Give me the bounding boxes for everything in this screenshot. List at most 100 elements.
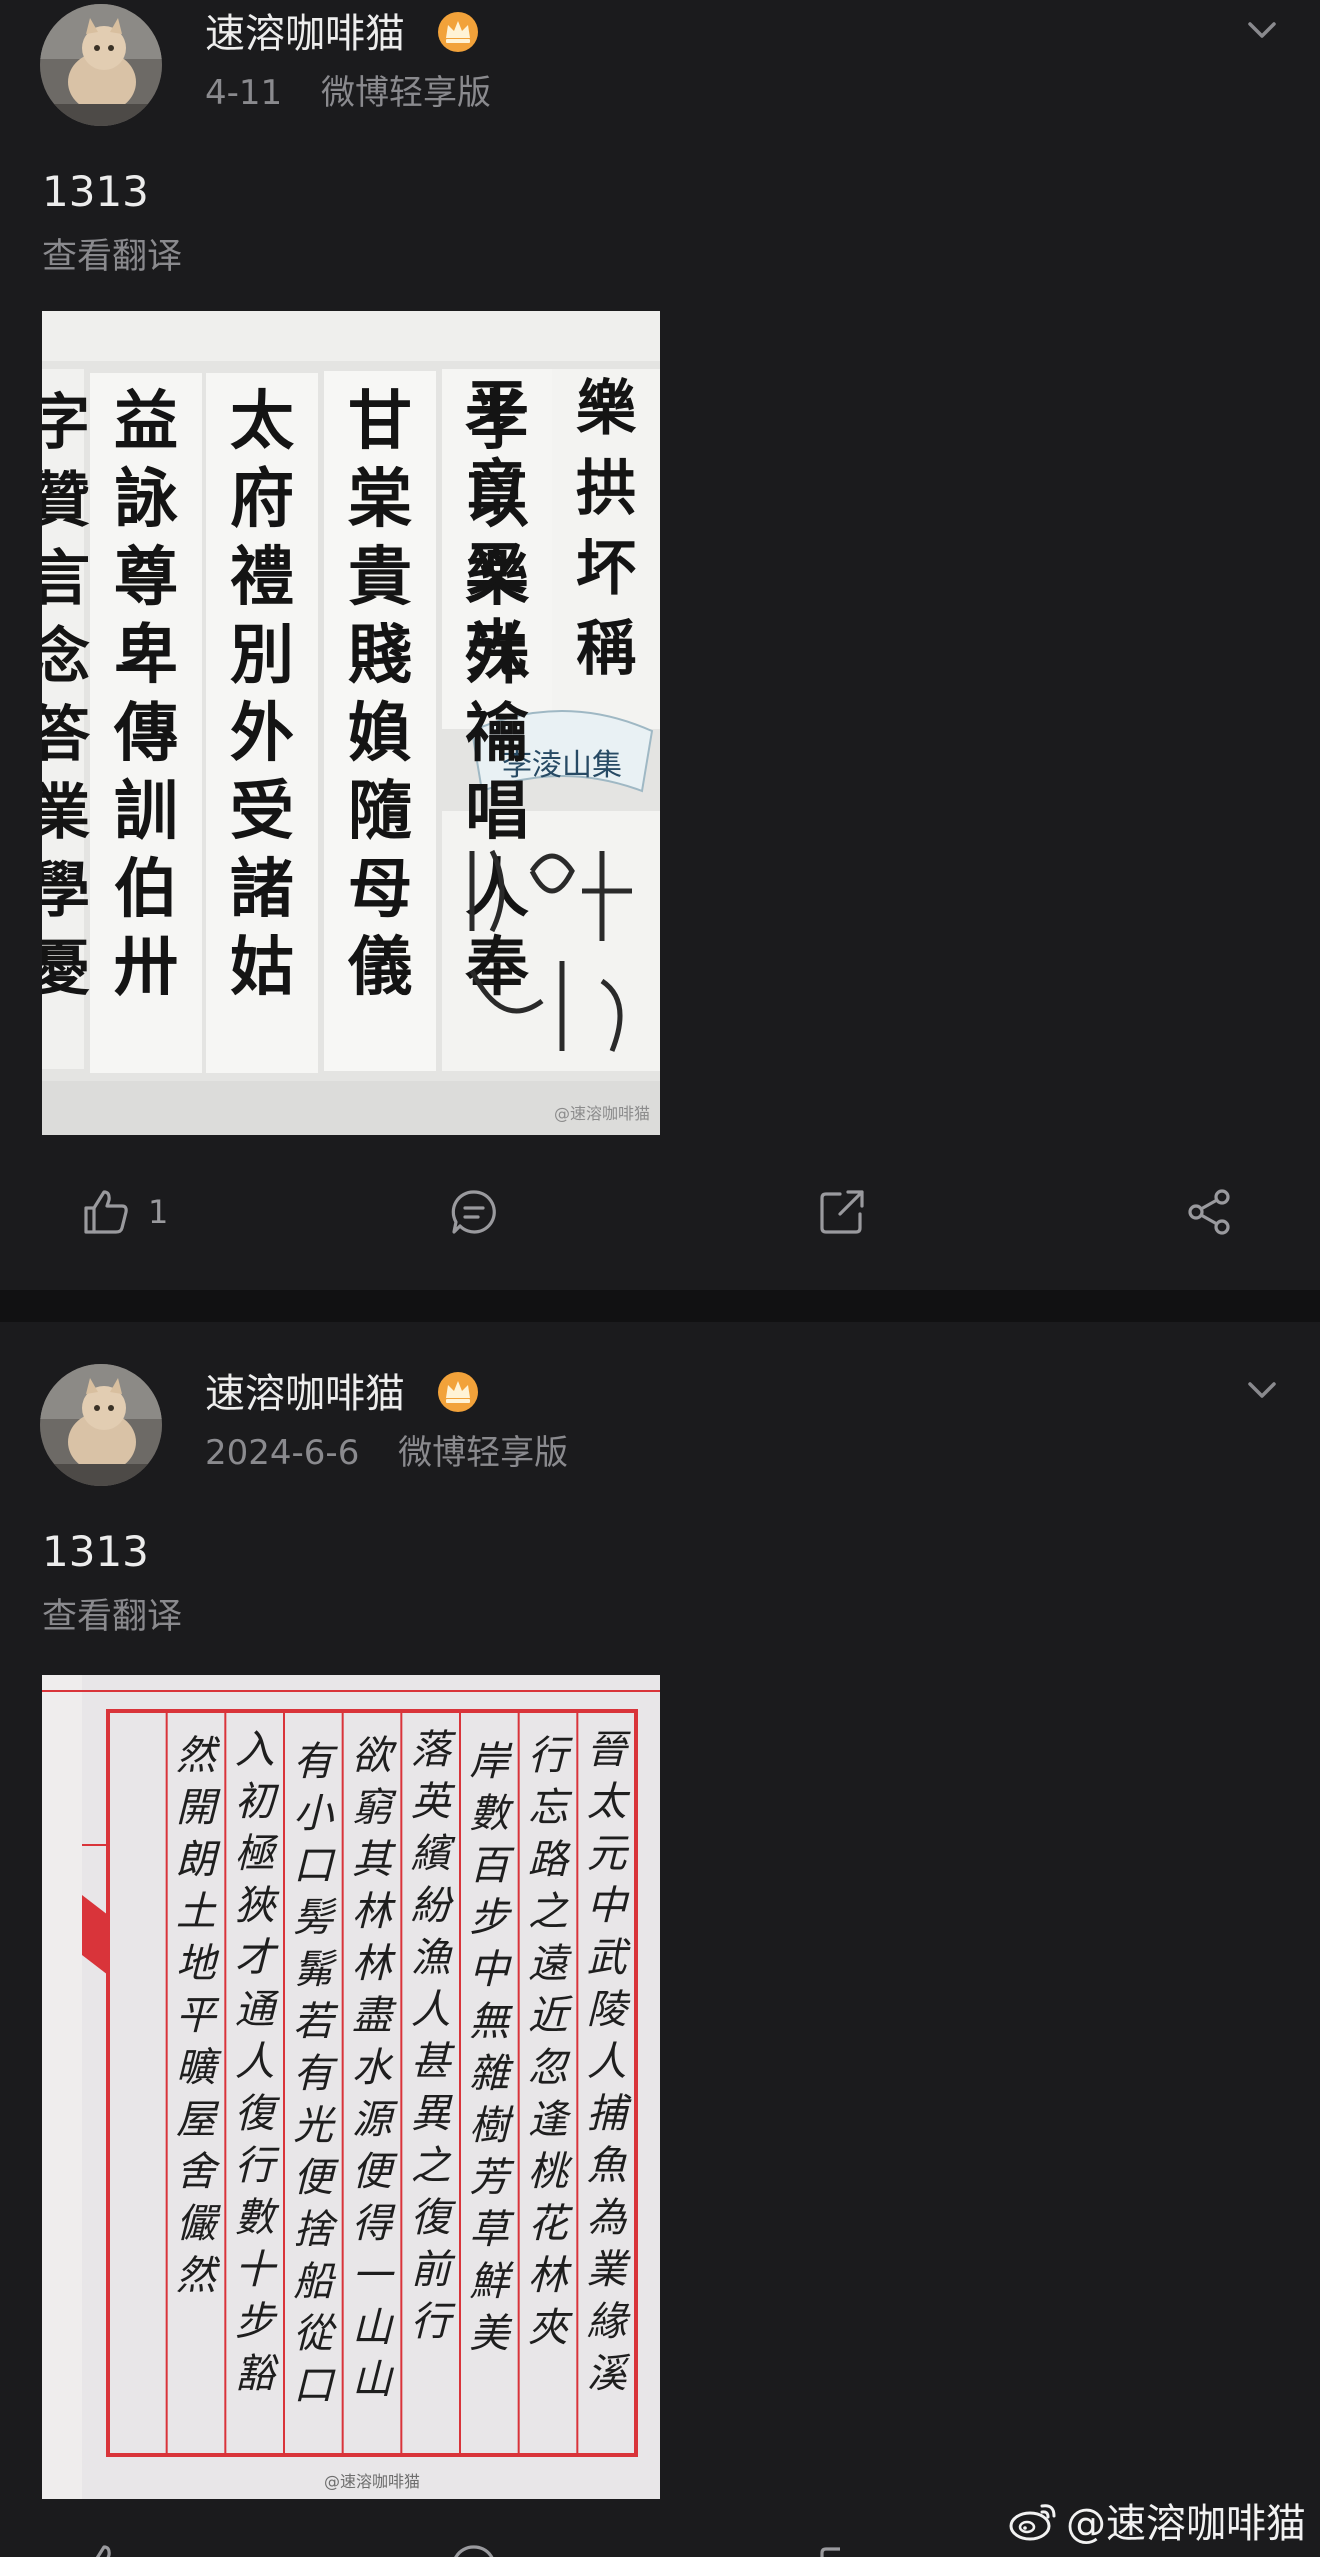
calligraphy-char: 傳 <box>113 696 178 771</box>
post-separator <box>0 1290 1320 1322</box>
manuscript-char: 水 <box>352 2045 394 2091</box>
manuscript-char: 得 <box>352 2201 396 2247</box>
manuscript-char: 業 <box>587 2247 632 2293</box>
calligraphy-char: 別 <box>230 618 294 693</box>
manuscript-char: 岸 <box>469 1739 513 1785</box>
manuscript-char: 初 <box>235 1779 280 1825</box>
manuscript-char: 陵 <box>587 1987 631 2033</box>
manuscript-char: 美 <box>469 2311 513 2357</box>
manuscript-char: 源 <box>352 2097 398 2143</box>
manuscript-char: 林 <box>352 1889 396 1935</box>
manuscript-char: 無 <box>469 1999 513 2045</box>
manuscript-char: 路 <box>528 1837 571 1883</box>
post-source[interactable]: 微博轻享版 <box>321 73 491 113</box>
manuscript-char: 百 <box>469 1843 515 1889</box>
avatar[interactable] <box>40 4 162 126</box>
manuscript-char: 山 <box>352 2357 395 2403</box>
manuscript-char: 落 <box>411 1727 457 1773</box>
post-image[interactable]: 李淩山集 益詠尊卑傳訓伯卅太府禮別外受諸姑甘棠貴賤媍隨母儀孝以樂殊禴唱人奉平章叉… <box>42 311 660 1135</box>
user-name[interactable]: 速溶咖啡猫 <box>205 1374 405 1414</box>
calligraphy-char: 貴 <box>348 540 412 615</box>
manuscript-char: 入 <box>235 1727 275 1773</box>
manuscript-char: 舍 <box>176 2149 221 2195</box>
like-button[interactable]: 1 <box>80 1172 168 1252</box>
manuscript-char: 然 <box>176 2253 221 2299</box>
translate-link[interactable]: 查看翻译 <box>42 240 182 275</box>
calligraphy-char: 憂 <box>42 934 90 1004</box>
manuscript-char: 魚 <box>587 2143 627 2189</box>
chevron-down-icon[interactable] <box>1242 10 1282 50</box>
post-card[interactable]: 速溶咖啡猫 2024-6-6 微博轻享版 1313 查看翻译 晉太元中武陵人捕魚… <box>0 1322 1320 2557</box>
manuscript-char: 中 <box>469 1947 512 1993</box>
manuscript-char: 漁 <box>411 1935 453 1981</box>
manuscript-char: 夾 <box>528 2305 573 2351</box>
manuscript-char: 人 <box>587 2039 627 2085</box>
calligraphy-char: 訓 <box>114 774 178 849</box>
user-name[interactable]: 速溶咖啡猫 <box>205 14 405 54</box>
calligraphy-char: 儀 <box>347 930 412 1005</box>
like-button[interactable] <box>80 2527 132 2557</box>
calligraphy-char: 答 <box>42 700 91 770</box>
manuscript-char: 狹 <box>235 1883 280 1929</box>
manuscript-char: 前 <box>411 2247 456 2293</box>
post-text: 1313 <box>42 1527 149 1576</box>
manuscript-char: 鮮 <box>469 2259 514 2305</box>
post-source[interactable]: 微博轻享版 <box>398 1433 568 1473</box>
manuscript-char: 土 <box>176 1889 217 1935</box>
repost-button[interactable] <box>816 1172 868 1252</box>
calligraphy-char: 樂 <box>576 374 637 444</box>
chevron-down-icon[interactable] <box>1242 1370 1282 1410</box>
manuscript-char: 近 <box>528 1993 573 2039</box>
vip-crown-icon <box>438 1372 478 1412</box>
weibo-logo-icon <box>1009 2504 1056 2541</box>
manuscript-char: 其 <box>352 1837 397 1883</box>
manuscript-char: 遠 <box>528 1941 572 1987</box>
calligraphy-char: 唱 <box>465 774 529 849</box>
post-meta: 2024-6-6 微博轻享版 <box>205 1436 568 1470</box>
manuscript-char: 忘 <box>528 1785 573 1831</box>
manuscript-char: 盡 <box>352 1993 397 2039</box>
manuscript-char: 之 <box>528 1889 569 1935</box>
manuscript-char: 甚 <box>411 2039 456 2085</box>
calligraphy-char: 棠 <box>348 462 412 537</box>
manuscript-char: 太 <box>587 1779 631 1825</box>
comment-button[interactable] <box>448 2527 500 2557</box>
share-button[interactable] <box>1184 1172 1236 1252</box>
calligraphy-char: 受 <box>230 774 294 849</box>
translate-link[interactable]: 查看翻译 <box>42 1600 182 1635</box>
repost-button[interactable] <box>816 2527 868 2557</box>
manuscript-char: 若 <box>293 1999 339 2045</box>
action-bar: 1 <box>0 1172 1320 1252</box>
manuscript-char: 忽 <box>528 2045 571 2091</box>
manuscript-char: 步 <box>235 2299 278 2345</box>
calligraphy-char: 卑 <box>114 618 178 693</box>
manuscript-char: 行 <box>411 2299 456 2345</box>
calligraphy-char: 諸 <box>230 852 294 927</box>
calligraphy-char: 太 <box>230 384 294 459</box>
manuscript-char: 英 <box>411 1779 456 1825</box>
manuscript-char: 繽 <box>411 1831 456 1877</box>
manuscript-char: 之 <box>411 2143 452 2189</box>
calligraphy-char: 章 <box>467 454 527 524</box>
manuscript-char: 便 <box>293 2155 339 2201</box>
manuscript-char: 逢 <box>528 2097 572 2143</box>
calligraphy-char: 叉 <box>467 534 527 604</box>
post-image[interactable]: 晉太元中武陵人捕魚為業緣溪行忘路之遠近忽逢桃花林夾岸數百步中無雜樹芳草鮮美落英繽… <box>42 1675 660 2499</box>
image-watermark: @速溶咖啡猫 <box>554 1104 650 1123</box>
calligraphy-char: 益 <box>114 384 178 459</box>
manuscript-char: 小 <box>293 1791 334 1837</box>
calligraphy-char: 平 <box>467 374 527 444</box>
post-card[interactable]: 速溶咖啡猫 4-11 微博轻享版 1313 查看翻译 李淩山集 益 詠 尊 卑 … <box>0 0 1320 1290</box>
manuscript-char: 通 <box>235 1987 280 2033</box>
manuscript-char: 開 <box>176 1785 221 1831</box>
comment-button[interactable] <box>448 1172 500 1252</box>
manuscript-char: 溪 <box>587 2351 631 2397</box>
manuscript-char: 芳 <box>469 2155 515 2201</box>
manuscript-char: 步 <box>469 1895 512 1941</box>
avatar[interactable] <box>40 1364 162 1486</box>
manuscript-char: 才 <box>235 1935 279 1981</box>
manuscript-char: 林 <box>352 1941 396 1987</box>
manuscript-char: 豁 <box>235 2351 279 2397</box>
manuscript-char: 雜 <box>469 2051 514 2097</box>
calligraphy-char: 禮 <box>230 540 294 615</box>
